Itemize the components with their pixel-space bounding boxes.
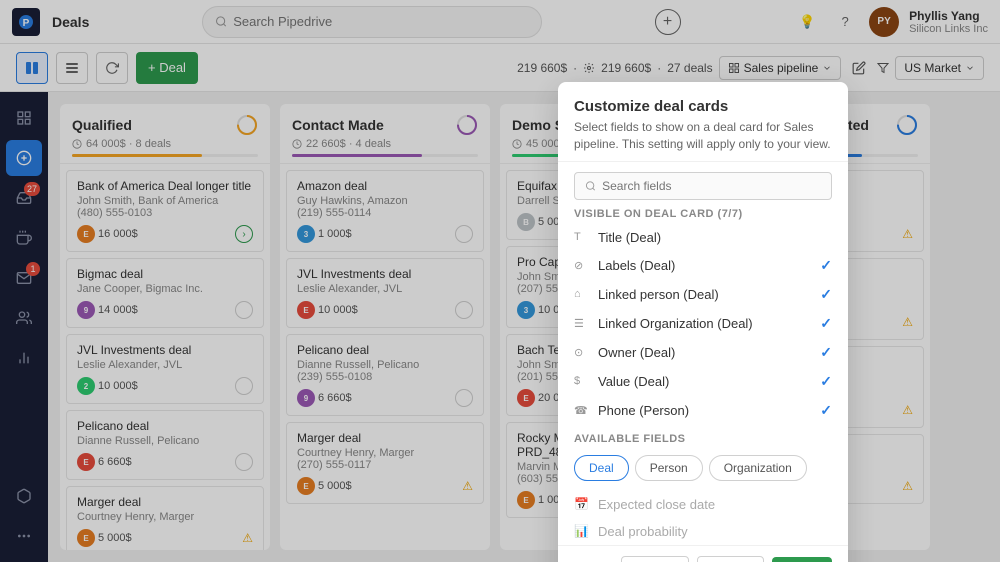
field-icon-6: ☎ — [574, 404, 590, 417]
modal-field-row-3[interactable]: ☰ Linked Organization (Deal) ✓ — [558, 309, 848, 338]
field-icon-2: ⌂ — [574, 288, 590, 300]
avail-label-0: Expected close date — [598, 497, 832, 512]
modal-fields-list: T Title (Deal) ⊘ Labels (Deal) ✓ ⌂ Linke… — [558, 224, 848, 425]
field-icon-3: ☰ — [574, 317, 590, 330]
field-check-2: ✓ — [820, 286, 832, 303]
modal-overlay[interactable] — [0, 0, 1000, 562]
modal-search-bar[interactable] — [574, 172, 832, 200]
modal-description: Select fields to show on a deal card for… — [574, 119, 832, 153]
avail-label-1: Deal probability — [598, 524, 832, 539]
field-label-0: Title (Deal) — [598, 230, 832, 245]
cancel-button[interactable]: Cancel — [697, 556, 764, 562]
modal-tabs: DealPersonOrganization — [558, 449, 848, 491]
modal-tab-person[interactable]: Person — [635, 455, 703, 481]
modal-search-input[interactable] — [602, 179, 821, 193]
modal-footer: Default Cancel Save — [558, 545, 848, 562]
visible-section-label: VISIBLE ON DEAL CARD (7/7) — [558, 200, 848, 224]
avail-icon-0: 📅 — [574, 497, 590, 511]
field-check-4: ✓ — [820, 344, 832, 361]
field-check-3: ✓ — [820, 315, 832, 332]
field-label-3: Linked Organization (Deal) — [598, 316, 812, 331]
modal-header: Customize deal cards Select fields to sh… — [558, 82, 848, 162]
modal-available-fields: 📅 Expected close date 📊 Deal probability — [558, 491, 848, 545]
field-check-5: ✓ — [820, 373, 832, 390]
modal-field-row-5[interactable]: $ Value (Deal) ✓ — [558, 367, 848, 396]
modal-avail-field-0[interactable]: 📅 Expected close date — [558, 491, 848, 518]
save-button[interactable]: Save — [772, 557, 832, 562]
avail-icon-1: 📊 — [574, 524, 590, 538]
field-label-2: Linked person (Deal) — [598, 287, 812, 302]
customize-modal: Customize deal cards Select fields to sh… — [558, 82, 848, 562]
field-label-5: Value (Deal) — [598, 374, 812, 389]
modal-field-row-2[interactable]: ⌂ Linked person (Deal) ✓ — [558, 280, 848, 309]
modal-field-row-1[interactable]: ⊘ Labels (Deal) ✓ — [558, 251, 848, 280]
field-check-1: ✓ — [820, 257, 832, 274]
field-icon-0: T — [574, 231, 590, 243]
available-section-label: AVAILABLE FIELDS — [558, 425, 848, 449]
field-check-6: ✓ — [820, 402, 832, 419]
modal-avail-field-1[interactable]: 📊 Deal probability — [558, 518, 848, 545]
modal-field-row-6[interactable]: ☎ Phone (Person) ✓ — [558, 396, 848, 425]
field-label-4: Owner (Deal) — [598, 345, 812, 360]
modal-tab-organization[interactable]: Organization — [709, 455, 807, 481]
default-button[interactable]: Default — [621, 556, 689, 562]
modal-tab-deal[interactable]: Deal — [574, 455, 629, 481]
modal-title: Customize deal cards — [574, 98, 832, 115]
field-icon-5: $ — [574, 375, 590, 387]
field-label-1: Labels (Deal) — [598, 258, 812, 273]
modal-field-row-4[interactable]: ⊙ Owner (Deal) ✓ — [558, 338, 848, 367]
field-label-6: Phone (Person) — [598, 403, 812, 418]
field-icon-4: ⊙ — [574, 346, 590, 359]
field-icon-1: ⊘ — [574, 259, 590, 272]
modal-field-row-0[interactable]: T Title (Deal) — [558, 224, 848, 251]
